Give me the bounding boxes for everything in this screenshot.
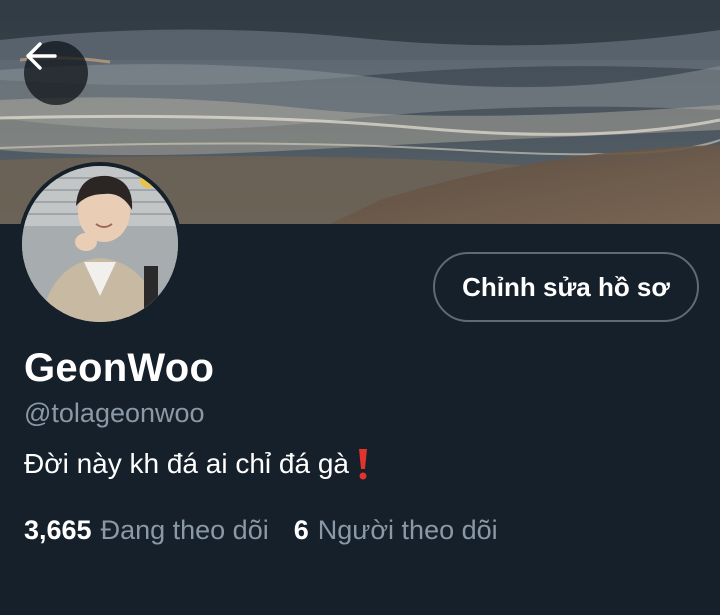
following-label: Đang theo dõi xyxy=(100,515,269,545)
avatar[interactable] xyxy=(22,166,178,322)
bio-text: Đời này kh đá ai chỉ đá gà xyxy=(24,448,349,479)
bio: Đời này kh đá ai chỉ đá gà xyxy=(24,447,369,481)
followers-link[interactable]: 6 Người theo dõi xyxy=(294,515,498,546)
arrow-left-icon xyxy=(26,42,57,70)
display-name: GeonWoo xyxy=(24,346,215,390)
red-exclamation-mark-emoji xyxy=(357,447,369,481)
back-button[interactable] xyxy=(24,41,88,105)
follow-stats: 3,665 Đang theo dõi 6 Người theo dõi xyxy=(24,515,498,546)
followers-label: Người theo dõi xyxy=(317,515,498,545)
following-link[interactable]: 3,665 Đang theo dõi xyxy=(24,515,269,546)
edit-profile-button[interactable]: Chỉnh sửa hồ sơ xyxy=(433,252,699,322)
following-count: 3,665 xyxy=(24,515,92,545)
next-section-partial xyxy=(0,603,720,615)
followers-count: 6 xyxy=(293,515,309,545)
avatar-photo xyxy=(22,166,178,322)
user-handle: @tolageonwoo xyxy=(24,398,205,428)
